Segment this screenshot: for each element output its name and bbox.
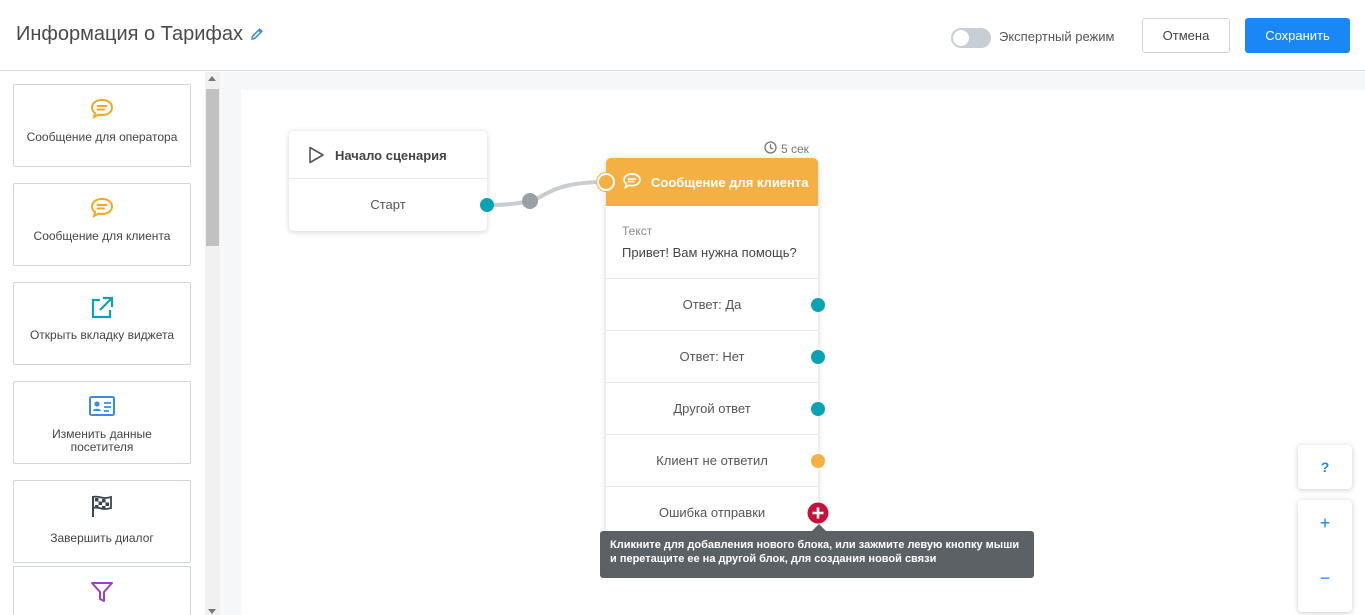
- expert-mode-toggle[interactable]: [951, 28, 991, 48]
- sidebar-scrollbar-thumb[interactable]: [206, 89, 219, 246]
- scroll-up-arrow-icon[interactable]: [208, 76, 216, 81]
- tooltip-arrow: [812, 524, 826, 531]
- message-node-header: Сообщение для клиента: [606, 158, 818, 206]
- checkered-flag-icon: [89, 493, 115, 519]
- cancel-button[interactable]: Отмена: [1142, 18, 1230, 53]
- message-node-text-section[interactable]: Текст Привет! Вам нужна помощь?: [606, 206, 818, 279]
- scroll-down-arrow-icon[interactable]: [208, 609, 216, 614]
- delay-value: 5 сек: [781, 142, 809, 156]
- block-palette: Сообщение для оператора Сообщение для кл…: [0, 72, 205, 615]
- pencil-icon[interactable]: [250, 27, 264, 46]
- palette-item-label: Сообщение для оператора: [26, 130, 178, 144]
- tooltip: Кликните для добавления нового блока, ил…: [600, 531, 1034, 578]
- message-node-title: Сообщение для клиента: [651, 175, 809, 190]
- palette-item-client-message[interactable]: Сообщение для клиента: [13, 183, 191, 266]
- help-button[interactable]: ?: [1298, 445, 1352, 489]
- output-port-no[interactable]: [811, 350, 825, 364]
- output-port-yes[interactable]: [811, 298, 825, 312]
- message-input-port[interactable]: [597, 173, 615, 191]
- page-title: Информация о Тарифах: [16, 23, 244, 45]
- chat-bubble-icon: [89, 196, 115, 222]
- start-node-output: Старт: [370, 197, 406, 212]
- output-port-other[interactable]: [811, 402, 825, 416]
- zoom-out-button[interactable]: −: [1298, 568, 1352, 589]
- help-icon: ?: [1320, 459, 1330, 475]
- palette-item-label: Открыть вкладку виджета: [29, 328, 175, 342]
- palette-item-end-dialog[interactable]: Завершить диалог: [13, 480, 191, 563]
- palette-item-label: Завершить диалог: [50, 531, 154, 545]
- start-output-port[interactable]: [480, 198, 494, 212]
- toggle-knob: [953, 30, 969, 46]
- start-node-title: Начало сценария: [335, 148, 447, 163]
- option-row[interactable]: Клиент не ответил: [606, 435, 818, 487]
- zoom-in-button[interactable]: +: [1298, 513, 1352, 534]
- start-node-header: Начало сценария: [289, 131, 487, 179]
- palette-item-filter[interactable]: [13, 566, 191, 615]
- chat-bubble-icon: [622, 172, 642, 196]
- id-card-icon: [88, 394, 116, 420]
- external-link-icon: [89, 295, 115, 321]
- play-icon: [307, 146, 325, 169]
- palette-item-operator-message[interactable]: Сообщение для оператора: [13, 84, 191, 167]
- zoom-controls: + −: [1298, 500, 1352, 612]
- text-field-label: Текст: [622, 224, 653, 238]
- expert-mode-label: Экспертный режим: [999, 29, 1115, 44]
- palette-item-edit-visitor[interactable]: Изменить данные посетителя: [13, 381, 191, 464]
- client-message-node[interactable]: Сообщение для клиента Текст Привет! Вам …: [606, 158, 818, 540]
- palette-item-open-widget-tab[interactable]: Открыть вкладку виджета: [13, 282, 191, 365]
- chat-bubble-icon: [89, 97, 115, 123]
- output-port-no-answer[interactable]: [811, 454, 825, 468]
- top-bar: Информация о Тарифах Экспертный режим От…: [0, 0, 1365, 71]
- delay-timer: 5 сек: [764, 141, 809, 157]
- option-row[interactable]: Ответ: Нет: [606, 331, 818, 383]
- filter-icon: [89, 579, 115, 605]
- clock-icon: [764, 141, 777, 157]
- save-button[interactable]: Сохранить: [1245, 18, 1350, 53]
- palette-item-label: Изменить данные посетителя: [52, 427, 152, 454]
- option-row[interactable]: Другой ответ: [606, 383, 818, 435]
- palette-item-label: Сообщение для клиента: [33, 229, 171, 243]
- start-node[interactable]: Начало сценария Старт: [289, 131, 487, 231]
- text-field-value: Привет! Вам нужна помощь?: [622, 245, 797, 260]
- option-row[interactable]: Ответ: Да: [606, 279, 818, 331]
